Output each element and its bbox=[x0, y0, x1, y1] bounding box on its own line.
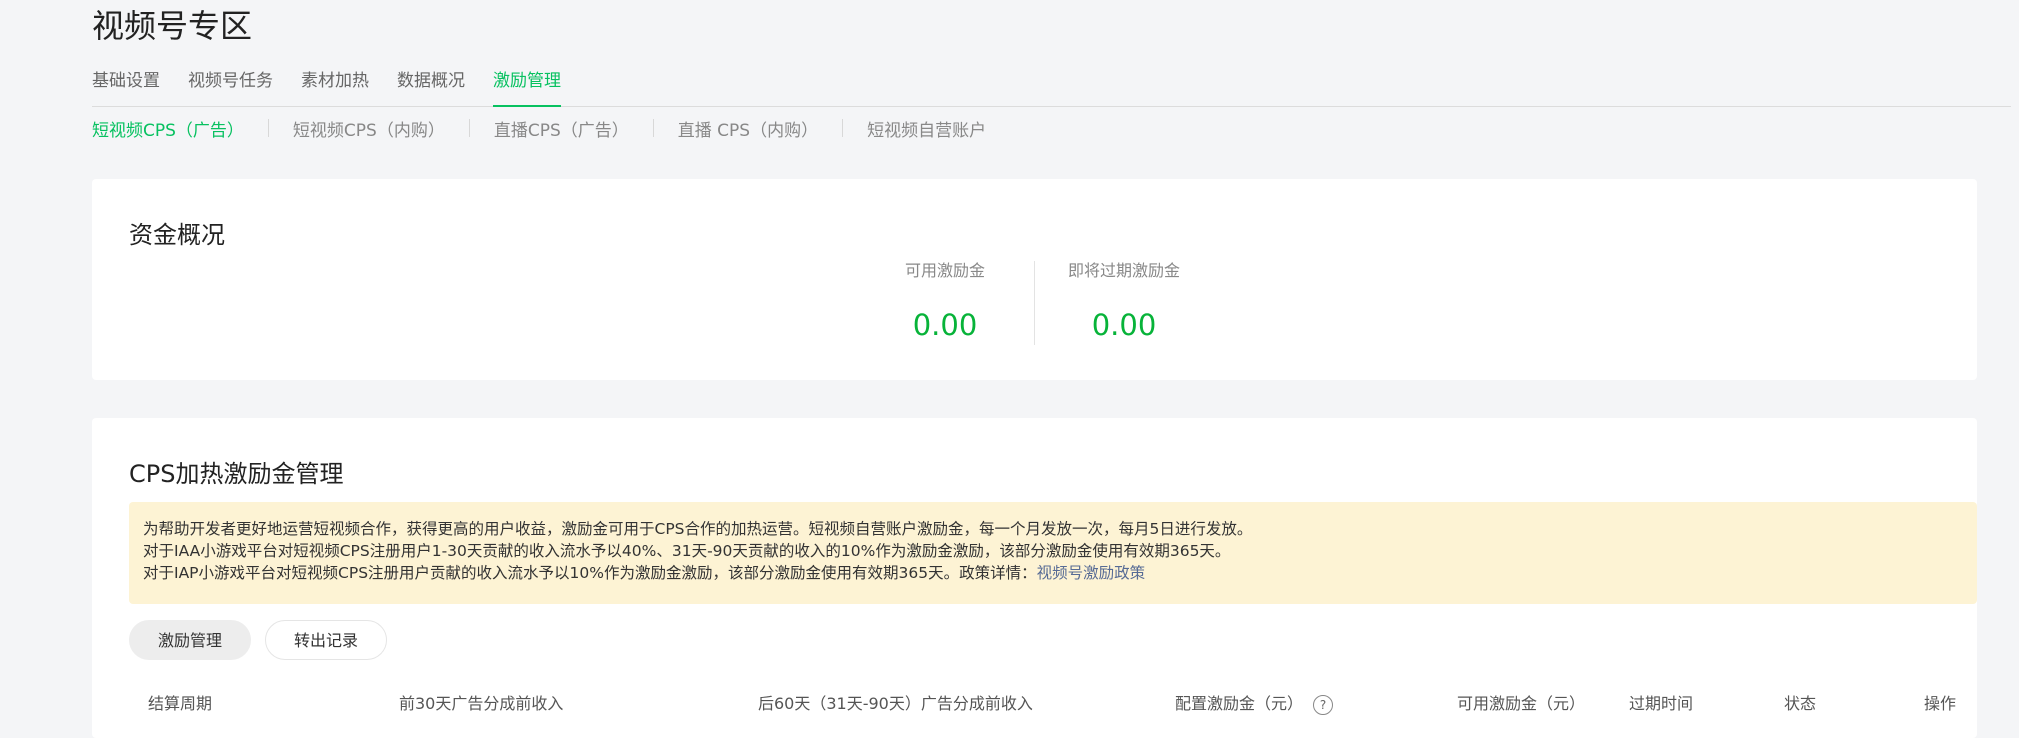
col-configured-incentive-label: 配置激励金（元） bbox=[1175, 694, 1304, 713]
tab-channel-tasks[interactable]: 视频号任务 bbox=[188, 64, 273, 106]
col-later-60-days-revenue: 后60天（31天-90天）广告分成前收入 bbox=[758, 694, 1033, 713]
tab-basic-settings[interactable]: 基础设置 bbox=[92, 64, 160, 106]
incentive-policy-link[interactable]: 视频号激励政策 bbox=[1037, 564, 1146, 582]
help-icon[interactable]: ? bbox=[1313, 694, 1334, 715]
subtab-divider bbox=[468, 119, 470, 137]
expiring-incentive-stat: 即将过期激励金 0.00 bbox=[1035, 261, 1213, 345]
col-actions: 操作 bbox=[1924, 694, 1957, 713]
subtab-divider bbox=[267, 119, 269, 137]
policy-notice: 为帮助开发者更好地运营短视频合作，获得更高的用户收益，激励金可用于CPS合作的加… bbox=[129, 502, 1977, 604]
page-title: 视频号专区 bbox=[92, 7, 253, 45]
subtab-self-operated-account[interactable]: 短视频自营账户 bbox=[867, 116, 986, 141]
expiring-incentive-label: 即将过期激励金 bbox=[1067, 261, 1180, 280]
notice-line-2: 对于IAA小游戏平台对短视频CPS注册用户1-30天贡献的收入流水予以40%、3… bbox=[143, 542, 1231, 560]
tab-incentive-management[interactable]: 激励管理 bbox=[493, 64, 561, 107]
cps-incentive-title: CPS加热激励金管理 bbox=[129, 460, 344, 488]
funds-stats: 可用激励金 0.00 即将过期激励金 0.00 bbox=[92, 261, 1977, 345]
table-header: 结算周期 前30天广告分成前收入 后60天（31天-90天）广告分成前收入 配置… bbox=[92, 684, 1977, 724]
available-incentive-value: 0.00 bbox=[912, 308, 978, 342]
available-incentive-label: 可用激励金 bbox=[904, 261, 985, 280]
col-first-30-days-revenue: 前30天广告分成前收入 bbox=[399, 694, 564, 713]
col-expiry-time: 过期时间 bbox=[1629, 694, 1694, 713]
subtab-short-video-cps-ads[interactable]: 短视频CPS（广告） bbox=[92, 116, 244, 141]
main-tabs: 基础设置 视频号任务 素材加热 数据概况 激励管理 bbox=[92, 64, 2011, 107]
col-settlement-period: 结算周期 bbox=[148, 694, 213, 713]
funds-overview-title: 资金概况 bbox=[129, 221, 225, 249]
transfer-records-pill[interactable]: 转出记录 bbox=[265, 620, 388, 660]
subtab-live-cps-iap[interactable]: 直播 CPS（内购） bbox=[678, 116, 818, 141]
tab-data-overview[interactable]: 数据概况 bbox=[397, 64, 465, 106]
col-configured-incentive: 配置激励金（元）? bbox=[1175, 684, 1334, 724]
tab-material-boost[interactable]: 素材加热 bbox=[301, 64, 369, 106]
subtab-short-video-cps-iap[interactable]: 短视频CPS（内购） bbox=[293, 116, 445, 141]
subtab-divider bbox=[652, 119, 654, 137]
cps-incentive-card: CPS加热激励金管理 为帮助开发者更好地运营短视频合作，获得更高的用户收益，激励… bbox=[92, 418, 1977, 738]
col-available-incentive: 可用激励金（元） bbox=[1457, 694, 1586, 713]
col-status: 状态 bbox=[1784, 694, 1817, 713]
expiring-incentive-value: 0.00 bbox=[1091, 308, 1157, 342]
record-switch: 激励管理 转出记录 bbox=[129, 620, 388, 660]
subtab-divider bbox=[842, 119, 844, 137]
subtab-live-cps-ads[interactable]: 直播CPS（广告） bbox=[494, 116, 629, 141]
incentive-management-pill[interactable]: 激励管理 bbox=[129, 620, 252, 660]
notice-line-3: 对于IAP小游戏平台对短视频CPS注册用户贡献的收入流水予以10%作为激励金激励… bbox=[143, 562, 1963, 584]
notice-line-1: 为帮助开发者更好地运营短视频合作，获得更高的用户收益，激励金可用于CPS合作的加… bbox=[143, 520, 1253, 538]
notice-line-3-text: 对于IAP小游戏平台对短视频CPS注册用户贡献的收入流水予以10%作为激励金激励… bbox=[143, 564, 1037, 582]
sub-tabs: 短视频CPS（广告） 短视频CPS（内购） 直播CPS（广告） 直播 CPS（内… bbox=[92, 112, 986, 144]
available-incentive-stat: 可用激励金 0.00 bbox=[856, 261, 1034, 345]
funds-overview-card: 资金概况 可用激励金 0.00 即将过期激励金 0.00 bbox=[92, 179, 1977, 380]
